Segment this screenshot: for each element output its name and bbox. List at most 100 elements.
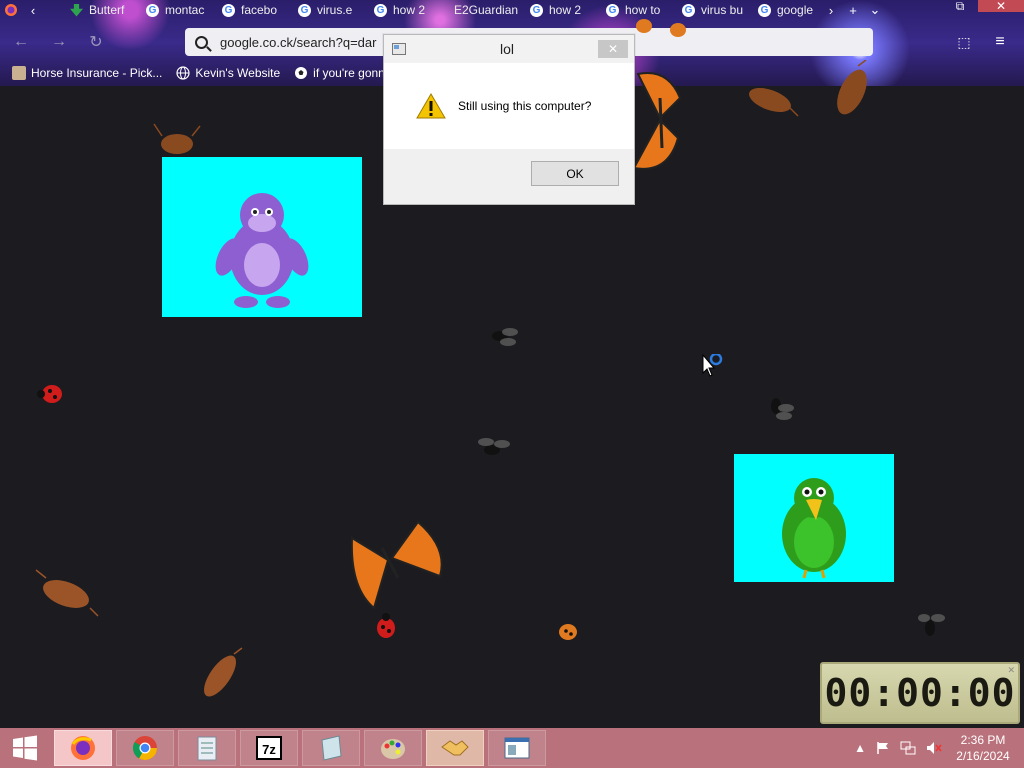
window-restore-icon[interactable]: ⧉: [940, 0, 980, 13]
google-icon: G: [146, 3, 159, 17]
menu-icon[interactable]: ≡: [989, 31, 1011, 53]
butterfly-icon: [632, 72, 682, 170]
paper-icon: [321, 735, 342, 761]
tab-google[interactable]: Gvirus.e: [292, 0, 368, 20]
firefox-logo-icon: [0, 0, 22, 20]
new-tab-button[interactable]: +: [842, 0, 864, 20]
firefox-icon: [71, 736, 95, 760]
dialog-message: Still using this computer?: [458, 99, 592, 113]
clock-date: 2/16/2024: [956, 749, 1010, 763]
tab-label: virus bu: [701, 3, 744, 17]
bookmark-if-youre-gonna[interactable]: if you're gonna: [294, 66, 392, 80]
notepad-icon: [197, 736, 217, 761]
ladybug-icon: [636, 19, 686, 37]
ladybug-icon: [559, 624, 577, 640]
taskbar-chrome[interactable]: [116, 730, 174, 766]
busy-cursor-icon: [702, 354, 723, 377]
bookmark-label: if you're gonna: [313, 66, 392, 80]
start-button[interactable]: [0, 728, 50, 768]
fly-icon: [478, 438, 510, 455]
tab-scroll-left-icon[interactable]: ‹: [22, 0, 44, 20]
dialog-title: lol: [499, 41, 514, 57]
taskbar-notepad-plus[interactable]: [178, 730, 236, 766]
globe-icon: [176, 66, 190, 80]
cockroach-icon: [749, 87, 799, 117]
7zip-icon: 7z: [256, 736, 282, 760]
fly-icon: [918, 614, 945, 636]
cockroach-icon: [35, 569, 99, 617]
cockroach-icon: [837, 60, 867, 115]
bookmark-horse-insurance[interactable]: Horse Insurance - Pick...: [12, 66, 162, 80]
bookmark-kevins-website[interactable]: Kevin's Website: [176, 66, 280, 80]
tab-label: facebo: [241, 3, 278, 17]
taskbar-7zip[interactable]: 7z: [240, 730, 298, 766]
ladybug-icon: [377, 613, 395, 638]
butterfly-icon: [350, 520, 443, 610]
extensions-icon[interactable]: ⬚: [953, 31, 975, 53]
bookmark-label: Kevin's Website: [195, 66, 281, 80]
window-app-icon: [504, 737, 530, 759]
dialog-titlebar[interactable]: lol ✕: [384, 35, 634, 63]
countdown-clock-widget[interactable]: ✕ 00:00:00: [820, 662, 1020, 724]
bookmark-label: Horse Insurance - Pick...: [31, 66, 163, 80]
window-app-icon: [392, 43, 406, 55]
timer-display: 00:00:00: [824, 671, 1016, 715]
taskbar-window-app[interactable]: [488, 730, 546, 766]
forward-arrow-icon[interactable]: →: [48, 31, 70, 53]
network-icon[interactable]: [900, 741, 916, 755]
tab-scroll-right-icon[interactable]: ›: [820, 0, 842, 20]
ok-button[interactable]: OK: [531, 161, 619, 186]
horse-icon: [12, 66, 26, 80]
system-tray: ▲ 2:36 PM 2/16/2024: [854, 728, 1024, 768]
google-icon: G: [758, 3, 771, 17]
handshake-icon: [441, 740, 469, 756]
dialog-body: Still using this computer?: [384, 63, 634, 149]
action-center-flag-icon[interactable]: [876, 741, 890, 755]
tab-google[interactable]: Ghow 2: [368, 0, 444, 20]
google-icon: G: [222, 3, 235, 17]
message-dialog: lol ✕ Still using this computer? OK: [383, 34, 635, 205]
tab-label: E2Guardian: [454, 3, 519, 17]
address-bar-text: google.co.ck/search?q=dar: [220, 34, 377, 50]
tab-list-chevron-icon[interactable]: ⌄: [864, 0, 886, 20]
tab-label: how 2: [549, 3, 582, 17]
taskbar-paper-app[interactable]: [302, 730, 360, 766]
green-parrot-image: [782, 478, 846, 579]
tab-google[interactable]: Gmontac: [140, 0, 216, 20]
taskbar-clock[interactable]: 2:36 PM 2/16/2024: [952, 732, 1014, 764]
taskbar-paint[interactable]: [364, 730, 422, 766]
window-close-icon[interactable]: ✕: [978, 0, 1024, 13]
windows-logo-icon: [13, 735, 37, 761]
chrome-icon: [132, 736, 157, 761]
purple-gorilla-image: [215, 193, 309, 308]
download-icon: [70, 3, 83, 17]
tab-google[interactable]: Ggoogle: [752, 0, 820, 20]
tab-label: montac: [165, 3, 205, 17]
speaker-muted-icon[interactable]: [926, 741, 942, 755]
reload-icon[interactable]: ↻: [85, 31, 107, 53]
google-icon: G: [530, 3, 543, 17]
taskbar-handshake-app[interactable]: [426, 730, 484, 766]
tab-label: Butterf: [89, 3, 125, 17]
fly-icon: [771, 398, 794, 420]
tab-butterfly[interactable]: Butterf: [64, 0, 140, 20]
tab-label: google: [777, 3, 814, 17]
clock-time: 2:36 PM: [960, 733, 1006, 747]
tab-google[interactable]: Ghow 2: [524, 0, 600, 20]
widget-close-icon[interactable]: ✕: [1007, 665, 1015, 676]
cockroach-icon: [203, 647, 243, 697]
dialog-close-button[interactable]: ✕: [598, 40, 628, 58]
search-icon: [195, 35, 208, 49]
soccer-ball-icon: [295, 67, 308, 79]
tab-label: virus.e: [317, 3, 353, 17]
parrot-panel: [734, 454, 894, 582]
tab-e2guardian[interactable]: E2Guardian: [444, 0, 524, 20]
cockroach-icon: [153, 123, 201, 154]
bonzi-buddy-panel: [162, 157, 362, 317]
taskbar: 7z ▲ 2:36 PM 2/16/2024: [0, 728, 1024, 768]
warning-icon: [416, 93, 446, 119]
taskbar-firefox[interactable]: [54, 730, 112, 766]
show-hidden-icons-chevron-icon[interactable]: ▲: [854, 741, 866, 755]
back-arrow-icon[interactable]: ←: [10, 31, 32, 53]
tab-google[interactable]: Gfacebo: [216, 0, 292, 20]
